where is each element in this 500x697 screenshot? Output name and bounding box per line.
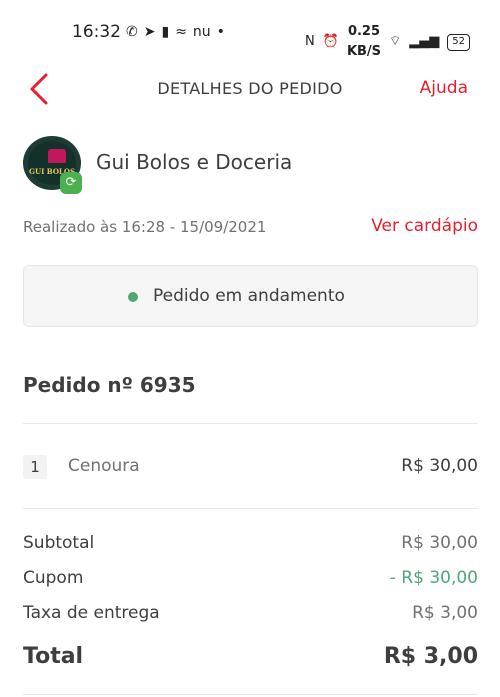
- notification-icons: ✆ ➤ ▮ ≈ nu •: [126, 22, 225, 42]
- delivery-fee-value: R$ 3,00: [412, 603, 478, 623]
- item-price: R$ 30,00: [401, 456, 478, 476]
- delivery-fee-row: Taxa de entrega R$ 3,00: [23, 603, 478, 629]
- subtotal-label: Subtotal: [23, 533, 95, 553]
- help-link[interactable]: Ajuda: [420, 78, 468, 98]
- wifi-icon: ⌔: [389, 34, 402, 49]
- divider: [23, 694, 478, 695]
- item-quantity: 1: [23, 455, 47, 479]
- nubank-icon: nu: [192, 24, 211, 40]
- total-label: Total: [23, 644, 84, 669]
- ifood-icon: ≈: [175, 24, 187, 40]
- item-name: Cenoura: [68, 456, 140, 476]
- subtotal-row: Subtotal R$ 30,00: [23, 533, 478, 559]
- order-status-text: Pedido em andamento: [153, 286, 345, 306]
- divider: [23, 423, 478, 424]
- coupon-label: Cupom: [23, 568, 84, 588]
- order-placed-time: Realizado às 16:28 - 15/09/2021: [23, 218, 267, 236]
- alarm-icon: ⏰: [322, 34, 339, 49]
- divider: [23, 508, 478, 509]
- dot-icon: •: [216, 24, 225, 40]
- nfc-icon: N: [305, 34, 315, 49]
- status-bar: 16:32 ✆ ➤ ▮ ≈ nu • N ⏰ 0.25 KB/S ⌔ ▂▄▆ 5…: [0, 0, 500, 62]
- battery-icon: 52: [447, 33, 470, 51]
- system-icons: N ⏰ 0.25 KB/S ⌔ ▂▄▆ 52: [305, 22, 470, 62]
- order-meta: Realizado às 16:28 - 15/09/2021 Ver card…: [23, 216, 478, 240]
- network-speed: 0.25 KB/S: [347, 22, 381, 62]
- total-value: R$ 3,00: [383, 644, 478, 669]
- refresh-badge-icon: ⟳: [60, 172, 82, 194]
- signal-icon: ▂▄▆: [409, 34, 440, 49]
- coupon-value: - R$ 30,00: [389, 568, 478, 588]
- store-info[interactable]: GUI BOLOS ⟳ Gui Bolos e Doceria: [23, 136, 478, 196]
- network-speed-value: 0.25: [347, 24, 381, 39]
- order-item: 1 Cenoura R$ 30,00: [23, 453, 478, 481]
- status-dot-icon: [128, 292, 138, 302]
- cake-icon: [48, 149, 66, 163]
- coupon-row: Cupom - R$ 30,00: [23, 568, 478, 594]
- whatsapp-icon: ✆: [126, 24, 138, 40]
- order-number: Pedido nº 6935: [23, 373, 196, 397]
- order-status-card: Pedido em andamento: [23, 265, 478, 327]
- clock: 16:32: [72, 22, 121, 42]
- telegram-icon: ➤: [143, 24, 156, 40]
- header: DETALHES DO PEDIDO Ajuda: [0, 62, 500, 114]
- store-name: Gui Bolos e Doceria: [96, 150, 293, 174]
- subtotal-value: R$ 30,00: [401, 533, 478, 553]
- total-row: Total R$ 3,00: [23, 644, 478, 676]
- cup-icon: ▮: [161, 24, 170, 40]
- view-menu-link[interactable]: Ver cardápio: [371, 216, 478, 236]
- delivery-fee-label: Taxa de entrega: [23, 603, 160, 623]
- network-speed-unit: KB/S: [346, 44, 382, 59]
